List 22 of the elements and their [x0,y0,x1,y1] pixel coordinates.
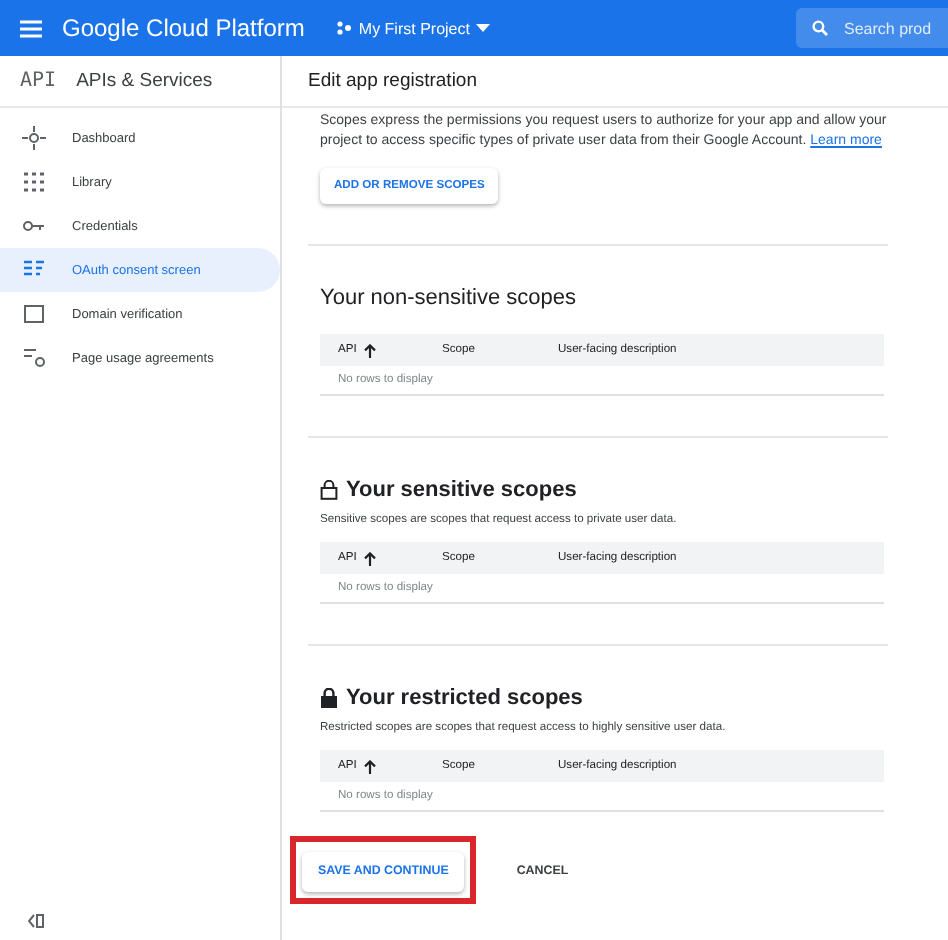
grid-icon [22,170,46,194]
square-icon [22,302,46,326]
collapse-icon[interactable] [28,914,44,928]
sort-arrow-icon[interactable] [364,551,377,565]
caret-icon [475,24,490,32]
sort-arrow-icon[interactable] [364,343,377,357]
section-title: Your sensitive scopes [346,478,577,502]
project-selector[interactable]: My First Project [336,19,490,37]
crosshair-icon [22,126,46,150]
search-icon [812,20,828,36]
product-name: Google Cloud Platform [62,14,305,42]
sidebar-title: APIs & Services [76,70,213,92]
document-icon [22,346,46,370]
section-title: Your restricted scopes [346,686,583,710]
lock-icon [320,480,338,500]
menu-icon[interactable] [20,19,42,37]
page-title: Edit app registration [282,56,948,108]
api-logo: API [20,70,57,92]
sort-arrow-icon[interactable] [364,759,377,773]
section-title: Your non-sensitive scopes [320,286,577,310]
lock-icon [320,688,338,708]
nodes-icon [336,20,353,36]
